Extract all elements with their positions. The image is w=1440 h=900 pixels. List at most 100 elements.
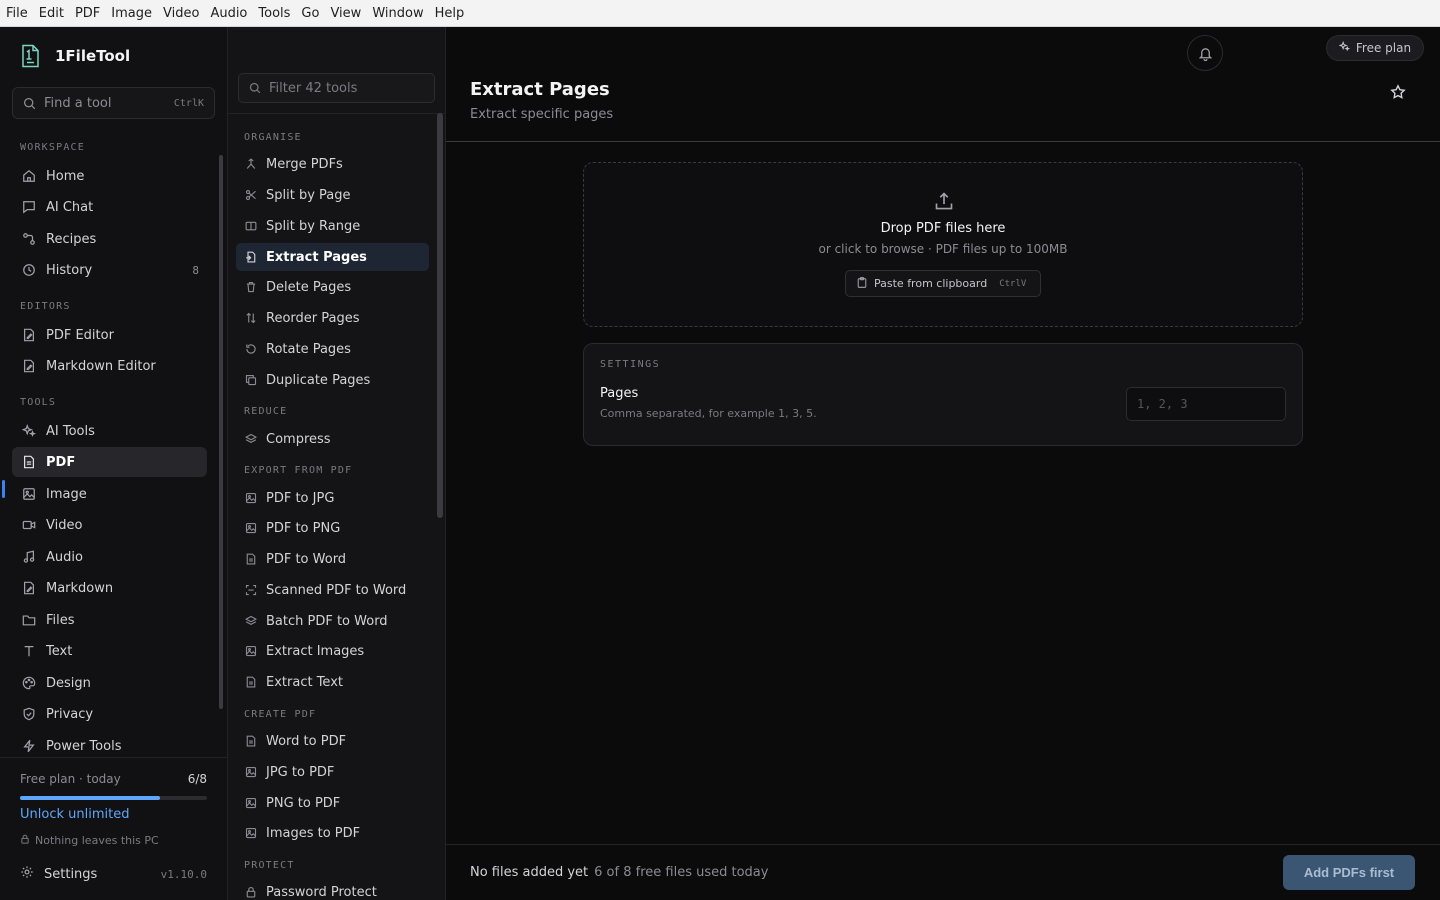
menu-edit[interactable]: Edit xyxy=(39,6,64,21)
menu-go[interactable]: Go xyxy=(301,6,319,21)
tool-label: Extract Text xyxy=(266,674,343,690)
history-icon xyxy=(21,262,37,278)
tool-split-by-page[interactable]: Split by Page xyxy=(236,181,429,209)
paste-shortcut: CtrlV xyxy=(999,278,1027,289)
sidebar-item-ai-tools[interactable]: AI Tools xyxy=(12,416,207,446)
tool-extract-images[interactable]: Extract Images xyxy=(236,637,429,665)
tool-label: Rotate Pages xyxy=(266,341,351,357)
menu-video[interactable]: Video xyxy=(163,6,199,21)
menu-view[interactable]: View xyxy=(330,6,361,21)
section-editors: EDITORS xyxy=(20,301,71,312)
sidebar-item-privacy[interactable]: Privacy xyxy=(12,699,207,729)
usage-text: 6 of 8 free files used today xyxy=(594,865,769,880)
find-tool-placeholder: Find a tool xyxy=(44,95,112,111)
tool-compress[interactable]: Compress xyxy=(236,425,429,453)
menu-file[interactable]: File xyxy=(6,6,28,21)
trash-icon xyxy=(244,280,258,294)
notifications-button[interactable] xyxy=(1187,35,1223,71)
tool-batch-pdf-to-word[interactable]: Batch PDF to Word xyxy=(236,607,429,635)
pages-input[interactable] xyxy=(1126,387,1286,421)
menu-image[interactable]: Image xyxy=(111,6,152,21)
favorite-button[interactable] xyxy=(1390,84,1406,104)
bolt-icon xyxy=(21,738,37,754)
tool-pdf-to-jpg[interactable]: PDF to JPG xyxy=(236,484,429,512)
tool-jpg-to-pdf[interactable]: JPG to PDF xyxy=(236,758,429,786)
sidebar-item-ai-chat[interactable]: AI Chat xyxy=(12,192,207,222)
tool-scanned-pdf-to-word[interactable]: Scanned PDF to Word xyxy=(236,576,429,604)
file-dropzone[interactable]: Drop PDF files here or click to browse ·… xyxy=(583,162,1303,327)
sidebar-item-pdf-editor[interactable]: PDF Editor xyxy=(12,320,207,350)
sidebar-item-history[interactable]: History 8 xyxy=(12,255,207,285)
sidebar-item-audio[interactable]: Audio xyxy=(12,542,207,572)
sidebar-item-video[interactable]: Video xyxy=(12,510,207,540)
active-indicator xyxy=(2,480,5,498)
privacy-note: Nothing leaves this PC xyxy=(20,834,159,847)
sidebar-item-text[interactable]: Text xyxy=(12,636,207,666)
menu-pdf[interactable]: PDF xyxy=(75,6,100,21)
sidebar-scrollbar[interactable] xyxy=(219,155,223,709)
audio-icon xyxy=(21,549,37,565)
dropzone-title: Drop PDF files here xyxy=(880,221,1006,236)
header-divider xyxy=(446,141,1440,142)
plan-progress-bar xyxy=(20,796,207,800)
tool-split-by-range[interactable]: Split by Range xyxy=(236,212,429,240)
main-content: Free plan Extract Pages Extract specific… xyxy=(446,27,1440,900)
tool-reorder-pages[interactable]: Reorder Pages xyxy=(236,304,429,332)
tool-png-to-pdf[interactable]: PNG to PDF xyxy=(236,789,429,817)
menu-audio[interactable]: Audio xyxy=(210,6,247,21)
star-icon xyxy=(1390,84,1406,99)
section-workspace: WORKSPACE xyxy=(20,142,85,153)
sidebar-item-pdf[interactable]: PDF xyxy=(12,447,207,477)
menu-tools[interactable]: Tools xyxy=(258,6,290,21)
tool-label: Batch PDF to Word xyxy=(266,613,388,629)
settings-label: Settings xyxy=(44,866,98,882)
markdown-editor-icon xyxy=(21,358,37,374)
sidebar-item-image[interactable]: Image xyxy=(12,479,207,509)
tool-rotate-pages[interactable]: Rotate Pages xyxy=(236,335,429,363)
sidebar-item-design[interactable]: Design xyxy=(12,668,207,698)
folder-icon xyxy=(21,612,37,628)
add-pdfs-button[interactable]: Add PDFs first xyxy=(1283,855,1415,890)
sidebar-item-label: Markdown xyxy=(46,580,114,596)
filter-tools-input[interactable]: Filter 42 tools xyxy=(238,73,435,103)
unlock-unlimited-link[interactable]: Unlock unlimited xyxy=(20,807,129,822)
sparkles-icon xyxy=(1338,40,1351,55)
menu-help[interactable]: Help xyxy=(435,6,465,21)
markdown-icon xyxy=(21,580,37,596)
find-tool-input[interactable]: Find a tool CtrlK xyxy=(12,87,215,119)
tool-password-protect[interactable]: Password Protect xyxy=(236,878,429,900)
tool-pdf-to-png[interactable]: PDF to PNG xyxy=(236,514,429,542)
sidebar-item-markdown-editor[interactable]: Markdown Editor xyxy=(12,351,207,381)
tool-label: Scanned PDF to Word xyxy=(266,582,407,598)
sidebar-item-label: Image xyxy=(46,486,87,502)
sidebar-item-label: AI Tools xyxy=(46,423,95,439)
tool-delete-pages[interactable]: Delete Pages xyxy=(236,273,429,301)
tool-merge-pdfs[interactable]: Merge PDFs xyxy=(236,150,429,178)
sidebar-item-markdown[interactable]: Markdown xyxy=(12,573,207,603)
tool-label: PDF to Word xyxy=(266,551,347,567)
free-plan-button[interactable]: Free plan xyxy=(1326,35,1424,61)
tool-images-to-pdf[interactable]: Images to PDF xyxy=(236,819,429,847)
tool-extract-pages[interactable]: Extract Pages xyxy=(236,243,429,271)
home-icon xyxy=(21,168,37,184)
sidebar-item-files[interactable]: Files xyxy=(12,605,207,635)
plan-count: 6/8 xyxy=(187,772,207,786)
sidebar-item-recipes[interactable]: Recipes xyxy=(12,224,207,254)
shield-icon xyxy=(21,706,37,722)
tool-word-to-pdf[interactable]: Word to PDF xyxy=(236,727,429,755)
tool-duplicate-pages[interactable]: Duplicate Pages xyxy=(236,366,429,394)
sidebar-item-home[interactable]: Home xyxy=(12,161,207,191)
settings-button[interactable]: Settings v1.10.0 xyxy=(20,865,207,883)
brand[interactable]: 1FileTool xyxy=(20,44,130,68)
tool-extract-text[interactable]: Extract Text xyxy=(236,668,429,696)
image-icon xyxy=(244,491,258,505)
tool-pdf-to-word[interactable]: PDF to Word xyxy=(236,545,429,573)
image-icon xyxy=(244,521,258,535)
lock-icon xyxy=(244,885,258,899)
tools-scrollbar[interactable] xyxy=(437,113,443,518)
tool-label: Split by Range xyxy=(266,218,361,234)
tool-label: Reorder Pages xyxy=(266,310,360,326)
sidebar-item-label: Text xyxy=(46,643,73,659)
menu-window[interactable]: Window xyxy=(372,6,423,21)
paste-from-clipboard-button[interactable]: Paste from clipboard CtrlV xyxy=(845,270,1041,297)
